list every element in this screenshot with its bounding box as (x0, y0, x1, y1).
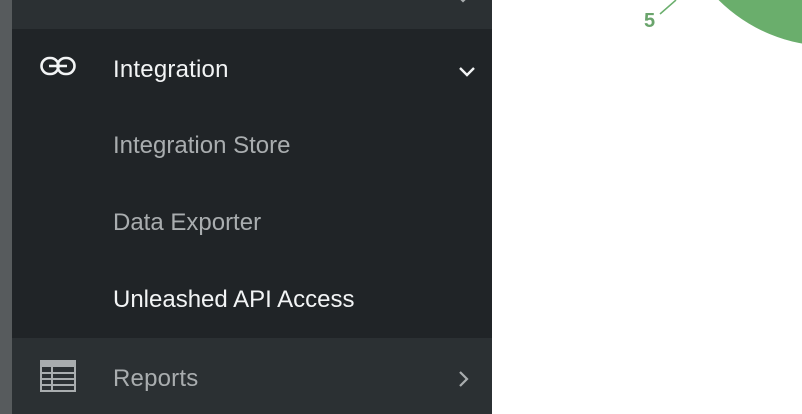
submenu-item-data-exporter[interactable]: Data Exporter (113, 209, 261, 237)
sidebar-edge (0, 0, 12, 414)
sidebar-item-partial[interactable] (12, 0, 492, 29)
link-icon (40, 56, 76, 76)
submenu-item-unleashed-api-access[interactable]: Unleashed API Access (113, 286, 354, 314)
submenu-item-integration-store[interactable]: Integration Store (113, 132, 290, 160)
table-icon (40, 360, 76, 392)
sidebar-item-label: Reports (113, 365, 199, 392)
chevron-right-icon (459, 371, 469, 387)
integration-submenu: Integration Store Data Exporter Unleashe… (12, 109, 492, 338)
sidebar-item-reports[interactable]: Reports (12, 338, 492, 414)
chart-area: 5 (492, 0, 802, 414)
sidebar-item-label: Integration (113, 56, 229, 83)
chevron-down-icon (460, 0, 466, 3)
pie-slice-label: 5 (644, 10, 656, 32)
chevron-down-icon (459, 67, 475, 77)
sidebar-item-integration[interactable]: Integration (12, 29, 492, 109)
sidebar-nav: Integration Integration Store Data Expor… (0, 0, 492, 414)
